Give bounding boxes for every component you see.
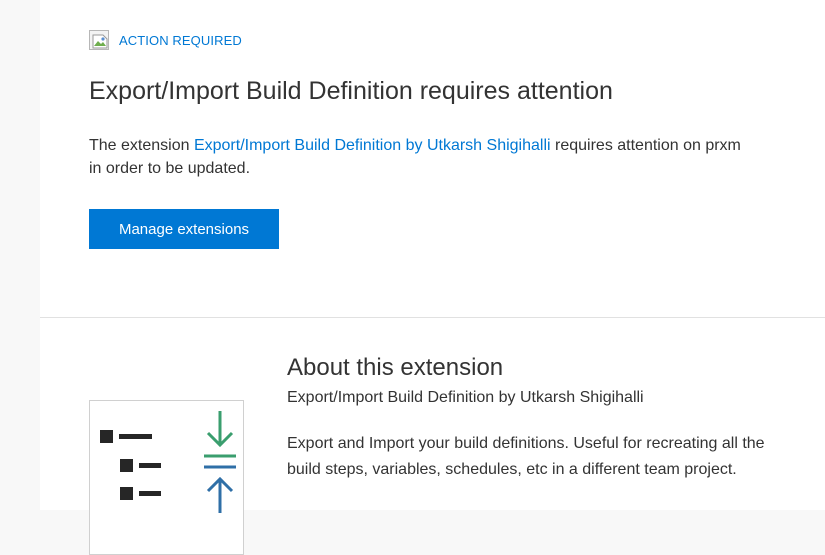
body-prefix: The extension xyxy=(89,137,194,154)
extension-link[interactable]: Export/Import Build Definition by Utkars… xyxy=(194,137,551,154)
action-required-badge: ACTION REQUIRED xyxy=(89,30,242,50)
notice-body: The extension Export/Import Build Defini… xyxy=(89,134,749,180)
manage-extensions-button[interactable]: Manage extensions xyxy=(89,209,279,249)
about-subtitle: Export/Import Build Definition by Utkars… xyxy=(287,389,644,406)
about-description: Export and Import your build definitions… xyxy=(287,435,765,478)
section-divider xyxy=(40,317,825,318)
export-import-logo-icon xyxy=(89,400,244,555)
broken-image-icon xyxy=(89,30,109,50)
notice-title: Export/Import Build Definition requires … xyxy=(89,77,613,105)
about-heading: About this extension xyxy=(287,354,504,381)
notification-card: ACTION REQUIRED Export/Import Build Defi… xyxy=(40,0,825,555)
action-required-section: ACTION REQUIRED Export/Import Build Defi… xyxy=(40,0,825,318)
badge-label: ACTION REQUIRED xyxy=(119,32,242,48)
